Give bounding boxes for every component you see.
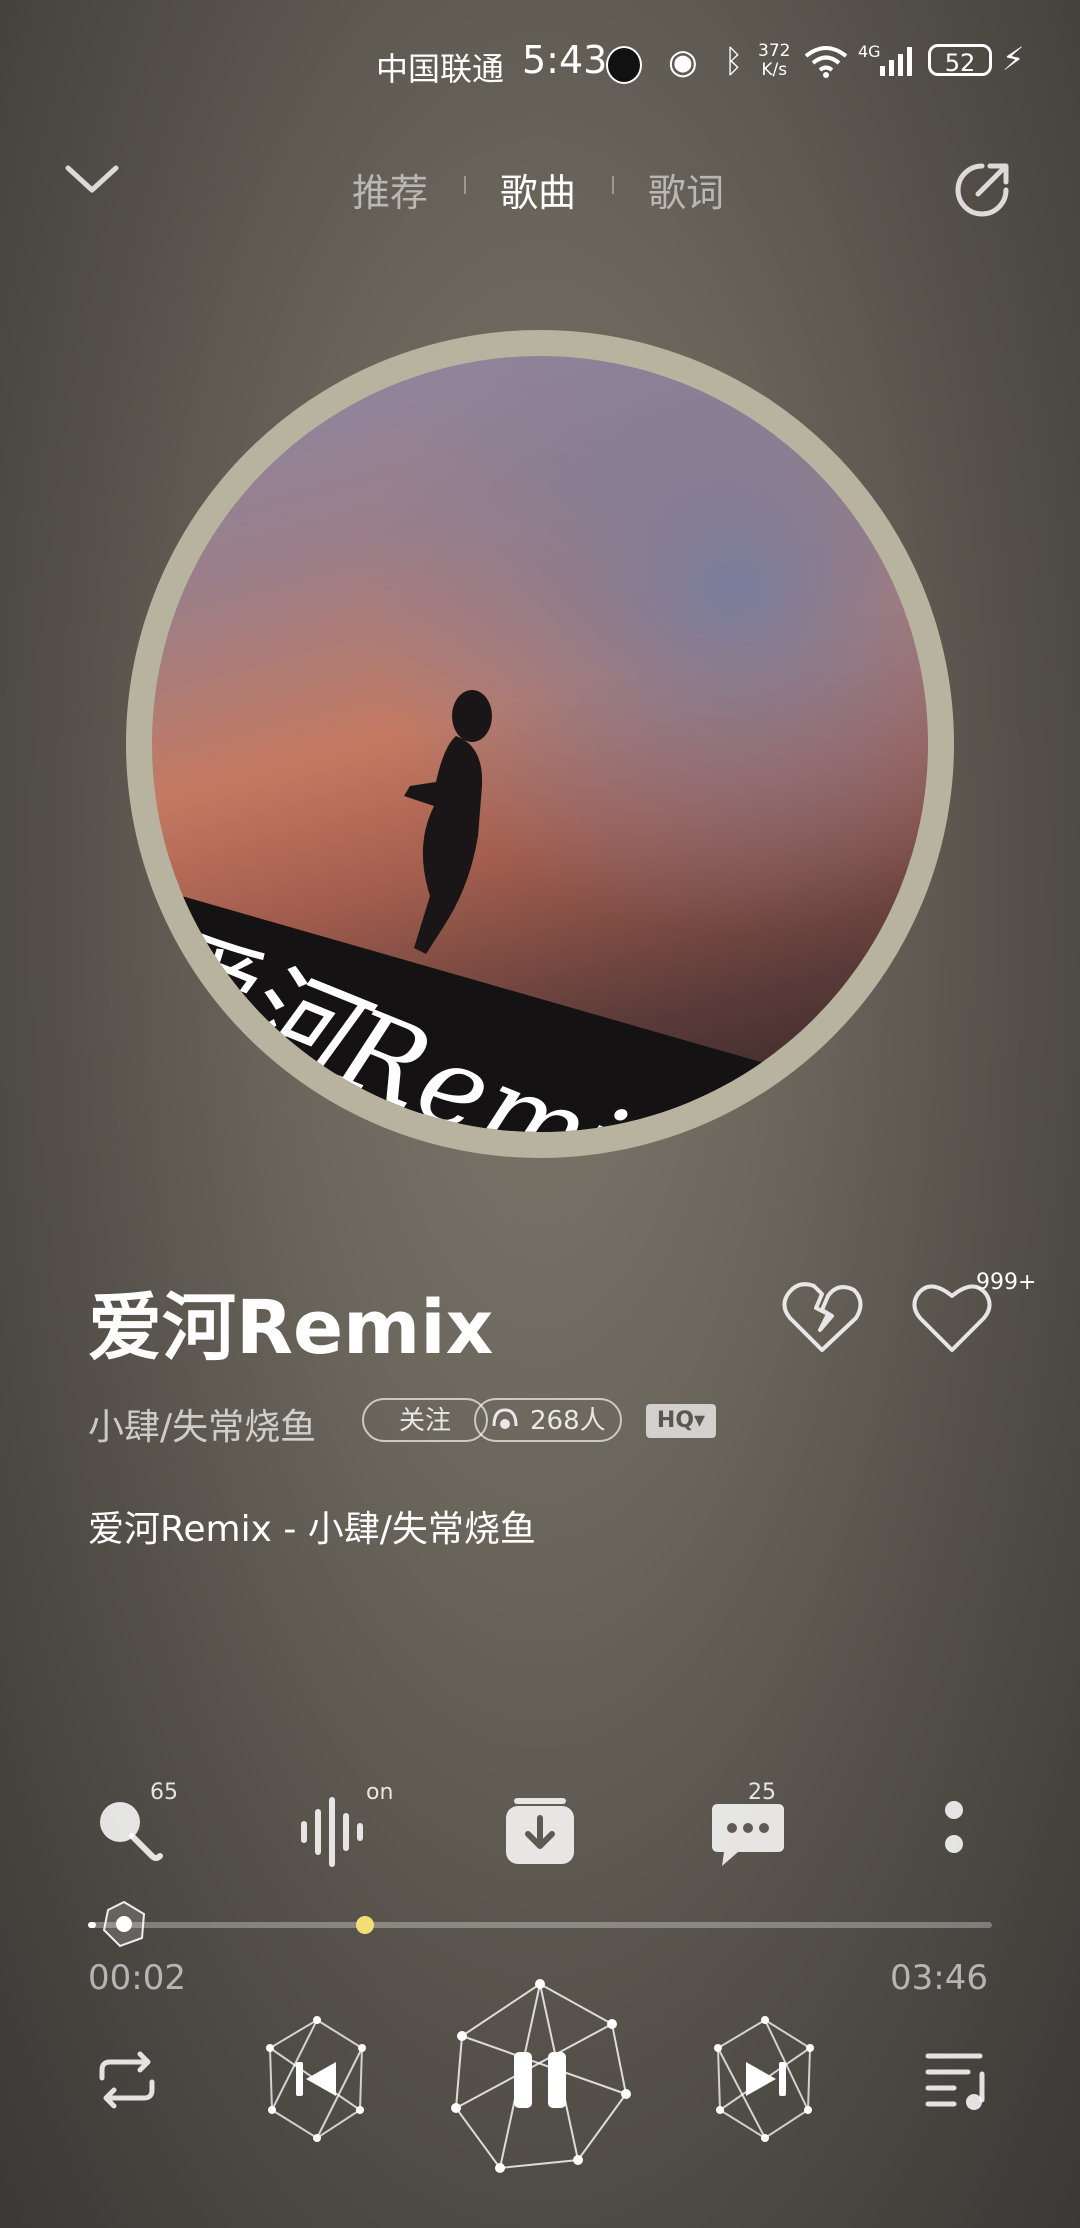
download-button[interactable] <box>500 1792 580 1872</box>
download-icon <box>506 1798 574 1864</box>
share-icon[interactable] <box>952 160 1012 220</box>
net-speed-unit: K/s <box>761 60 788 80</box>
sound-wave-icon <box>301 1797 363 1867</box>
current-time: 00:02 <box>88 1958 186 1998</box>
progress-thumb[interactable] <box>98 1898 150 1950</box>
charging-icon: ⚡ <box>1002 40 1025 78</box>
tab-divider <box>464 176 466 194</box>
eye-icon: ◉ <box>668 42 698 82</box>
quality-selector[interactable]: HQ▾ <box>646 1404 716 1438</box>
previous-track-button[interactable] <box>262 2014 372 2144</box>
play-pause-button[interactable] <box>442 1978 638 2178</box>
battery-indicator: 52 <box>928 44 992 77</box>
broken-heart-icon[interactable] <box>780 1278 864 1356</box>
tab-divider <box>612 176 614 194</box>
net-speed: 372 K/s <box>758 42 790 80</box>
song-title: 爱河Remix <box>88 1285 494 1371</box>
karaoke-count: 65 <box>150 1780 178 1805</box>
total-time: 03:46 <box>890 1958 988 1998</box>
pause-icon <box>514 2052 566 2108</box>
previous-icon <box>296 2062 303 2096</box>
comment-count: 25 <box>748 1780 776 1805</box>
more-vertical-icon <box>945 1801 963 1853</box>
progress-track[interactable] <box>88 1922 992 1928</box>
next-track-button[interactable] <box>710 2014 820 2144</box>
tab-song[interactable]: 歌曲 <box>500 162 576 217</box>
repeat-icon[interactable] <box>92 2050 162 2110</box>
listeners-button[interactable]: 268人 <box>474 1398 622 1442</box>
net-speed-value: 372 <box>758 41 791 61</box>
carrier-name: 中国联通 <box>376 50 505 88</box>
like-count: 999+ <box>976 1270 1037 1295</box>
qq-notification-icon <box>606 46 642 84</box>
lyric-line[interactable]: 爱河Remix - 小肆/失常烧鱼 <box>88 1500 536 1552</box>
chevron-down-icon[interactable] <box>62 160 122 200</box>
playlist-icon[interactable] <box>922 2048 992 2112</box>
art-silhouette <box>404 690 492 954</box>
signal-icon <box>880 47 912 76</box>
clock: 5:43 <box>522 38 608 82</box>
wifi-icon <box>804 46 848 78</box>
sound-effect-button[interactable] <box>294 1792 374 1872</box>
status-bar: 中国联通 5:43 ◉ ᛒ 372 K/s 4G 52 ⚡ <box>0 38 1080 92</box>
tab-recommend[interactable]: 推荐 <box>352 162 428 217</box>
follow-button[interactable]: 关注 <box>362 1398 488 1442</box>
more-button[interactable] <box>914 1792 994 1872</box>
bluetooth-icon: ᛒ <box>724 42 744 80</box>
progress-fill <box>88 1922 97 1928</box>
next-icon <box>746 2062 776 2096</box>
artist-name[interactable]: 小肆/失常烧鱼 <box>88 1398 316 1450</box>
tab-lyrics[interactable]: 歌词 <box>648 162 724 217</box>
sound-effect-status: on <box>366 1780 394 1805</box>
listener-count: 268人 <box>530 1406 606 1436</box>
climax-marker[interactable] <box>356 1916 374 1934</box>
headphones-icon <box>492 1408 518 1429</box>
album-art[interactable]: 爱河Remix <box>152 356 928 1132</box>
